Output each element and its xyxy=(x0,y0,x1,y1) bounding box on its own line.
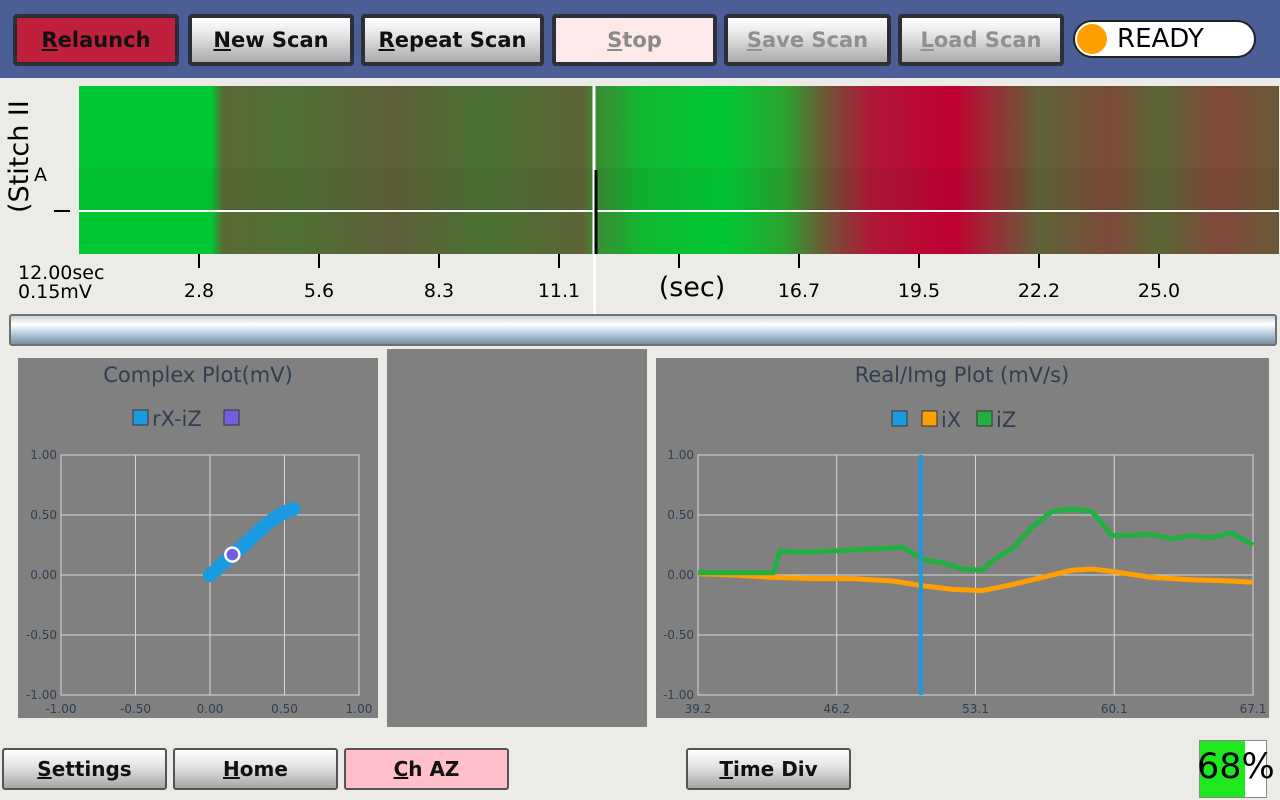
status-text: READY xyxy=(1117,24,1204,54)
status-dot-icon xyxy=(1077,24,1107,54)
relaunch-button[interactable]: Relaunch xyxy=(13,14,179,66)
battery-indicator: 68% xyxy=(1197,740,1275,798)
x-tick-label: 60.1 xyxy=(1101,702,1128,716)
x-tick-label: 1.00 xyxy=(346,702,373,716)
legend-label-ix: iX xyxy=(941,408,961,432)
legend-swatch-cursor xyxy=(891,410,908,427)
legend-swatch-iz xyxy=(976,410,993,427)
save-scan-label: Save Scan xyxy=(746,28,869,52)
legend-swatch-marker xyxy=(223,409,240,426)
strip-tick-label: 5.6 xyxy=(304,280,334,302)
realimg-plot[interactable]: Real/Img Plot (mV/s) iX iZ 39.2 46.2 53.1 6… xyxy=(656,358,1269,718)
y-tick-label: -1.00 xyxy=(663,688,694,702)
strip-tick-label: 19.5 xyxy=(898,280,940,302)
y-tick-label: 1.00 xyxy=(667,448,694,462)
y-tick-label: -0.50 xyxy=(663,628,694,642)
x-tick-label: -0.50 xyxy=(120,702,151,716)
home-label: Home xyxy=(223,757,288,781)
legend-label-rx-iz: rX-iZ xyxy=(152,407,202,431)
home-button[interactable]: Home xyxy=(173,748,338,790)
strip-time-axis: 2.8 5.6 8.3 11.1 16.7 19.5 22.2 25.0 (sec) xyxy=(184,254,1180,303)
new-scan-label: New Scan xyxy=(213,28,329,52)
strip-heatmap[interactable] xyxy=(79,86,1279,254)
complex-plot[interactable]: Complex Plot(mV) rX-iZ -1.00 -0.50 0.00 0.5… xyxy=(18,358,378,718)
y-tick-label: 1.00 xyxy=(30,448,57,462)
legend-label-iz: iZ xyxy=(996,408,1016,432)
channel-label: A xyxy=(34,164,47,186)
stop-label: Stop xyxy=(607,28,662,52)
complex-plot-title: Complex Plot(mV) xyxy=(103,363,293,387)
realimg-plot-title: Real/Img Plot (mV/s) xyxy=(855,363,1069,387)
load-scan-button[interactable]: Load Scan xyxy=(898,14,1064,66)
x-tick-label: 53.1 xyxy=(962,702,989,716)
settings-button[interactable]: Settings xyxy=(2,748,167,790)
strip-tick-label: 2.8 xyxy=(184,280,214,302)
channel-button[interactable]: Ch AZ xyxy=(344,748,509,790)
strip-tick-label: 8.3 xyxy=(424,280,454,302)
y-tick-label: 0.50 xyxy=(30,508,57,522)
baseline-marker xyxy=(54,210,70,212)
status-indicator: READY xyxy=(1073,20,1256,58)
stop-button[interactable]: Stop xyxy=(552,14,717,66)
y-tick-label: -1.00 xyxy=(26,688,57,702)
legend-swatch-rx-iz xyxy=(132,409,149,426)
x-tick-label: 39.2 xyxy=(685,702,712,716)
relaunch-label: Relaunch xyxy=(41,28,151,52)
x-tick-label: 46.2 xyxy=(823,702,850,716)
new-scan-button[interactable]: New Scan xyxy=(188,14,354,66)
channel-button-label: Ch AZ xyxy=(393,757,460,781)
y-tick-label: 0.00 xyxy=(667,568,694,582)
settings-label: Settings xyxy=(37,757,132,781)
x-tick-label: -1.00 xyxy=(45,702,76,716)
strip-side-label: (Stitch II xyxy=(4,88,40,213)
repeat-scan-button[interactable]: Repeat Scan xyxy=(361,14,544,66)
time-div-label: Time Div xyxy=(719,757,818,781)
scatter-point xyxy=(286,502,301,516)
load-scan-label: Load Scan xyxy=(920,28,1042,52)
current-point-marker xyxy=(224,546,241,563)
time-div-button[interactable]: Time Div xyxy=(686,748,851,790)
x-tick-label: 0.50 xyxy=(271,702,298,716)
strip-tick-label: 11.1 xyxy=(538,280,580,302)
legend-swatch-ix xyxy=(921,410,938,427)
x-tick-label: 67.1 xyxy=(1240,702,1267,716)
y-tick-label: 0.00 xyxy=(30,568,57,582)
y-tick-label: -0.50 xyxy=(26,628,57,642)
strip-tick-label: 25.0 xyxy=(1138,280,1180,302)
save-scan-button[interactable]: Save Scan xyxy=(724,14,891,66)
strip-tick-label: 16.7 xyxy=(778,280,820,302)
y-tick-label: 0.50 xyxy=(667,508,694,522)
strip-side-label-text: (Stitch II xyxy=(4,100,35,213)
strip-tick-label: 22.2 xyxy=(1018,280,1060,302)
center-blank-panel xyxy=(387,349,647,727)
x-tick-label: 0.00 xyxy=(197,702,224,716)
time-axis-unit: (sec) xyxy=(659,272,726,303)
battery-percent: 68% xyxy=(1197,747,1275,787)
repeat-scan-label: Repeat Scan xyxy=(378,28,527,52)
horizontal-scrollbar[interactable] xyxy=(9,314,1277,346)
